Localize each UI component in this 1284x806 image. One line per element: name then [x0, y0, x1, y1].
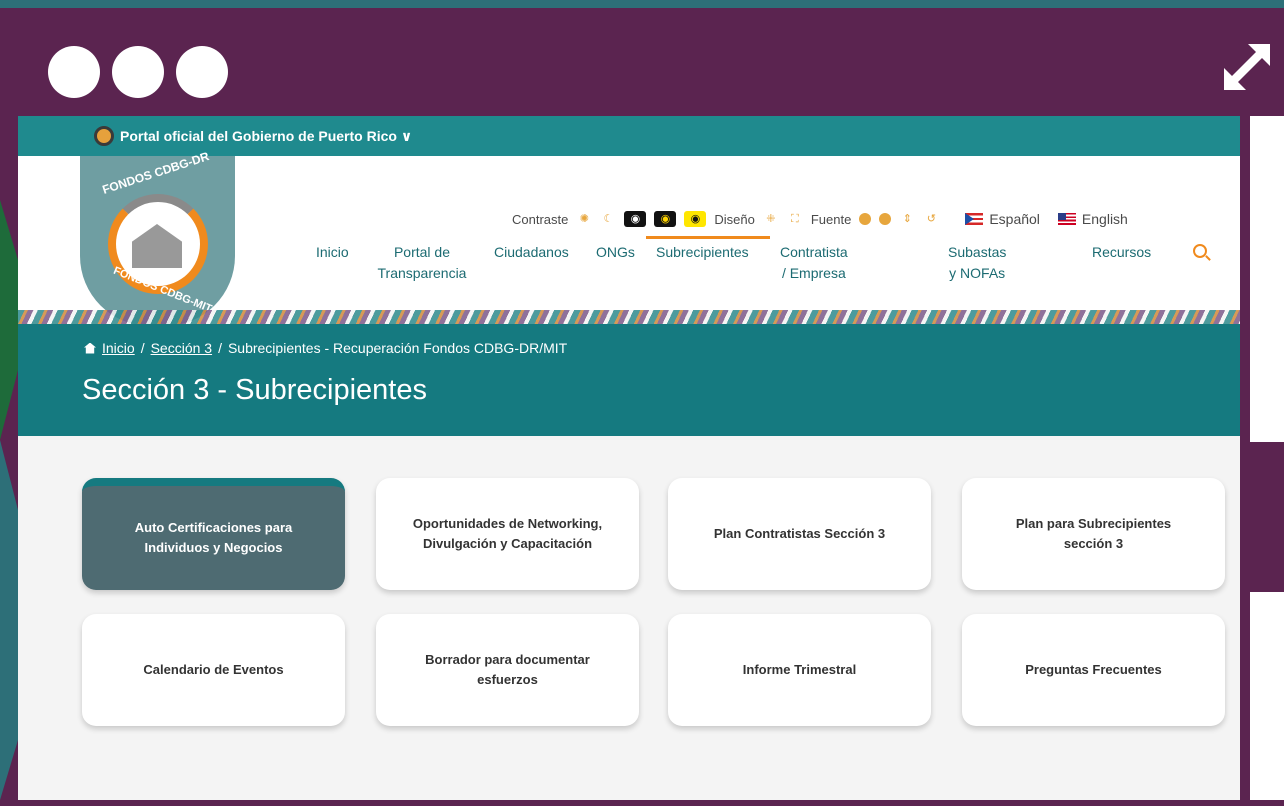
nav-item-inicio[interactable]: Inicio [316, 242, 349, 263]
cdbg-logo[interactable]: FONDOS CDBG-DR FONDOS CDBG-MIT [80, 149, 235, 326]
us-flag-icon [1057, 213, 1076, 225]
font-increase-icon[interactable] [879, 213, 892, 225]
font-decrease-icon[interactable] [859, 213, 872, 225]
font-label: Fuente [810, 211, 852, 227]
right-side-panel-lower [1250, 592, 1284, 800]
home-icon[interactable] [84, 342, 96, 354]
active-toolbar-underline [646, 236, 770, 239]
reset-icon[interactable]: ↺ [923, 211, 939, 227]
right-side-panel [1250, 116, 1284, 442]
page-hero: Inicio / Sección 3 / Subrecipientes - Re… [18, 324, 1240, 436]
nav-item-portal-transparencia[interactable]: Portal de Transparencia [372, 242, 472, 284]
page-title: Sección 3 - Subrecipientes [82, 374, 427, 406]
nav-item-ciudadanos[interactable]: Ciudadanos [494, 242, 569, 263]
contrast-yellow-icon[interactable]: ◉ [684, 211, 707, 227]
card-oportunidades-networking[interactable]: Oportunidades de Networking, Divulgación… [376, 478, 639, 590]
contrast-label: Contraste [512, 211, 569, 227]
english-language-link[interactable]: English [1082, 211, 1128, 227]
breadcrumb-section-link[interactable]: Sección 3 [151, 340, 212, 356]
breadcrumb-current: Subrecipientes - Recuperación Fondos CDB… [227, 340, 568, 356]
card-plan-contratistas[interactable]: Plan Contratistas Sección 3 [668, 478, 931, 590]
breadcrumb: Inicio / Sección 3 / Subrecipientes - Re… [84, 340, 567, 356]
accessibility-toolbar: Contraste ✺ ☾ ◉ ◉ ◉ Diseño ⁜ ⛶ Fuente ⇕ … [512, 208, 1128, 230]
search-icon[interactable] [1193, 244, 1207, 258]
top-decorative-strip [0, 0, 1284, 8]
compress-icon[interactable]: ⁜ [763, 211, 779, 227]
card-grid: Auto Certificaciones para Individuos y N… [18, 436, 1240, 776]
card-borrador-esfuerzos[interactable]: Borrador para documentar esfuerzos [376, 614, 639, 726]
puerto-rico-flag-icon [965, 213, 984, 225]
window-dot-2 [112, 46, 164, 98]
logo-top-text: FONDOS CDBG-DR [100, 149, 211, 197]
contrast-black-yellow-icon[interactable]: ◉ [654, 211, 677, 227]
card-calendario-eventos[interactable]: Calendario de Eventos [82, 614, 345, 726]
text-spacing-icon[interactable]: ⇕ [899, 211, 915, 227]
puerto-rico-seal-icon [94, 126, 114, 146]
design-label: Diseño [714, 211, 755, 227]
nav-item-ongs[interactable]: ONGs [596, 242, 635, 263]
nav-item-contratista-empresa[interactable]: Contratista / Empresa [780, 242, 848, 284]
window-dot-1 [48, 46, 100, 98]
nav-item-recursos[interactable]: Recursos [1092, 242, 1151, 263]
contrast-black-icon[interactable]: ◉ [624, 211, 647, 227]
window-frame-header [0, 8, 1284, 116]
nav-item-subastas-nofas[interactable]: Subastas y NOFAs [948, 242, 1006, 284]
card-plan-subrecipientes[interactable]: Plan para Subrecipientes sección 3 [962, 478, 1225, 590]
breadcrumb-home-link[interactable]: Inicio [102, 340, 135, 356]
card-preguntas-frecuentes[interactable]: Preguntas Frecuentes [962, 614, 1225, 726]
government-portal-label[interactable]: Portal oficial del Gobierno de Puerto Ri… [120, 128, 412, 145]
language-selector: Español English [965, 211, 1128, 227]
breadcrumb-separator: / [218, 340, 222, 356]
moon-icon[interactable]: ☾ [600, 211, 616, 227]
card-informe-trimestral[interactable]: Informe Trimestral [668, 614, 931, 726]
expand-icon[interactable] [1218, 38, 1276, 96]
spanish-language-link[interactable]: Español [989, 211, 1040, 227]
browser-viewport: Portal oficial del Gobierno de Puerto Ri… [18, 116, 1240, 800]
fullscreen-icon[interactable]: ⛶ [787, 211, 803, 227]
card-auto-certificaciones[interactable]: Auto Certificaciones para Individuos y N… [82, 478, 345, 590]
window-dot-3 [176, 46, 228, 98]
sun-icon[interactable]: ✺ [576, 211, 592, 227]
decorative-pattern-band [18, 310, 1240, 324]
nav-item-subrecipientes[interactable]: Subrecipientes [656, 242, 749, 263]
breadcrumb-separator: / [140, 340, 145, 356]
